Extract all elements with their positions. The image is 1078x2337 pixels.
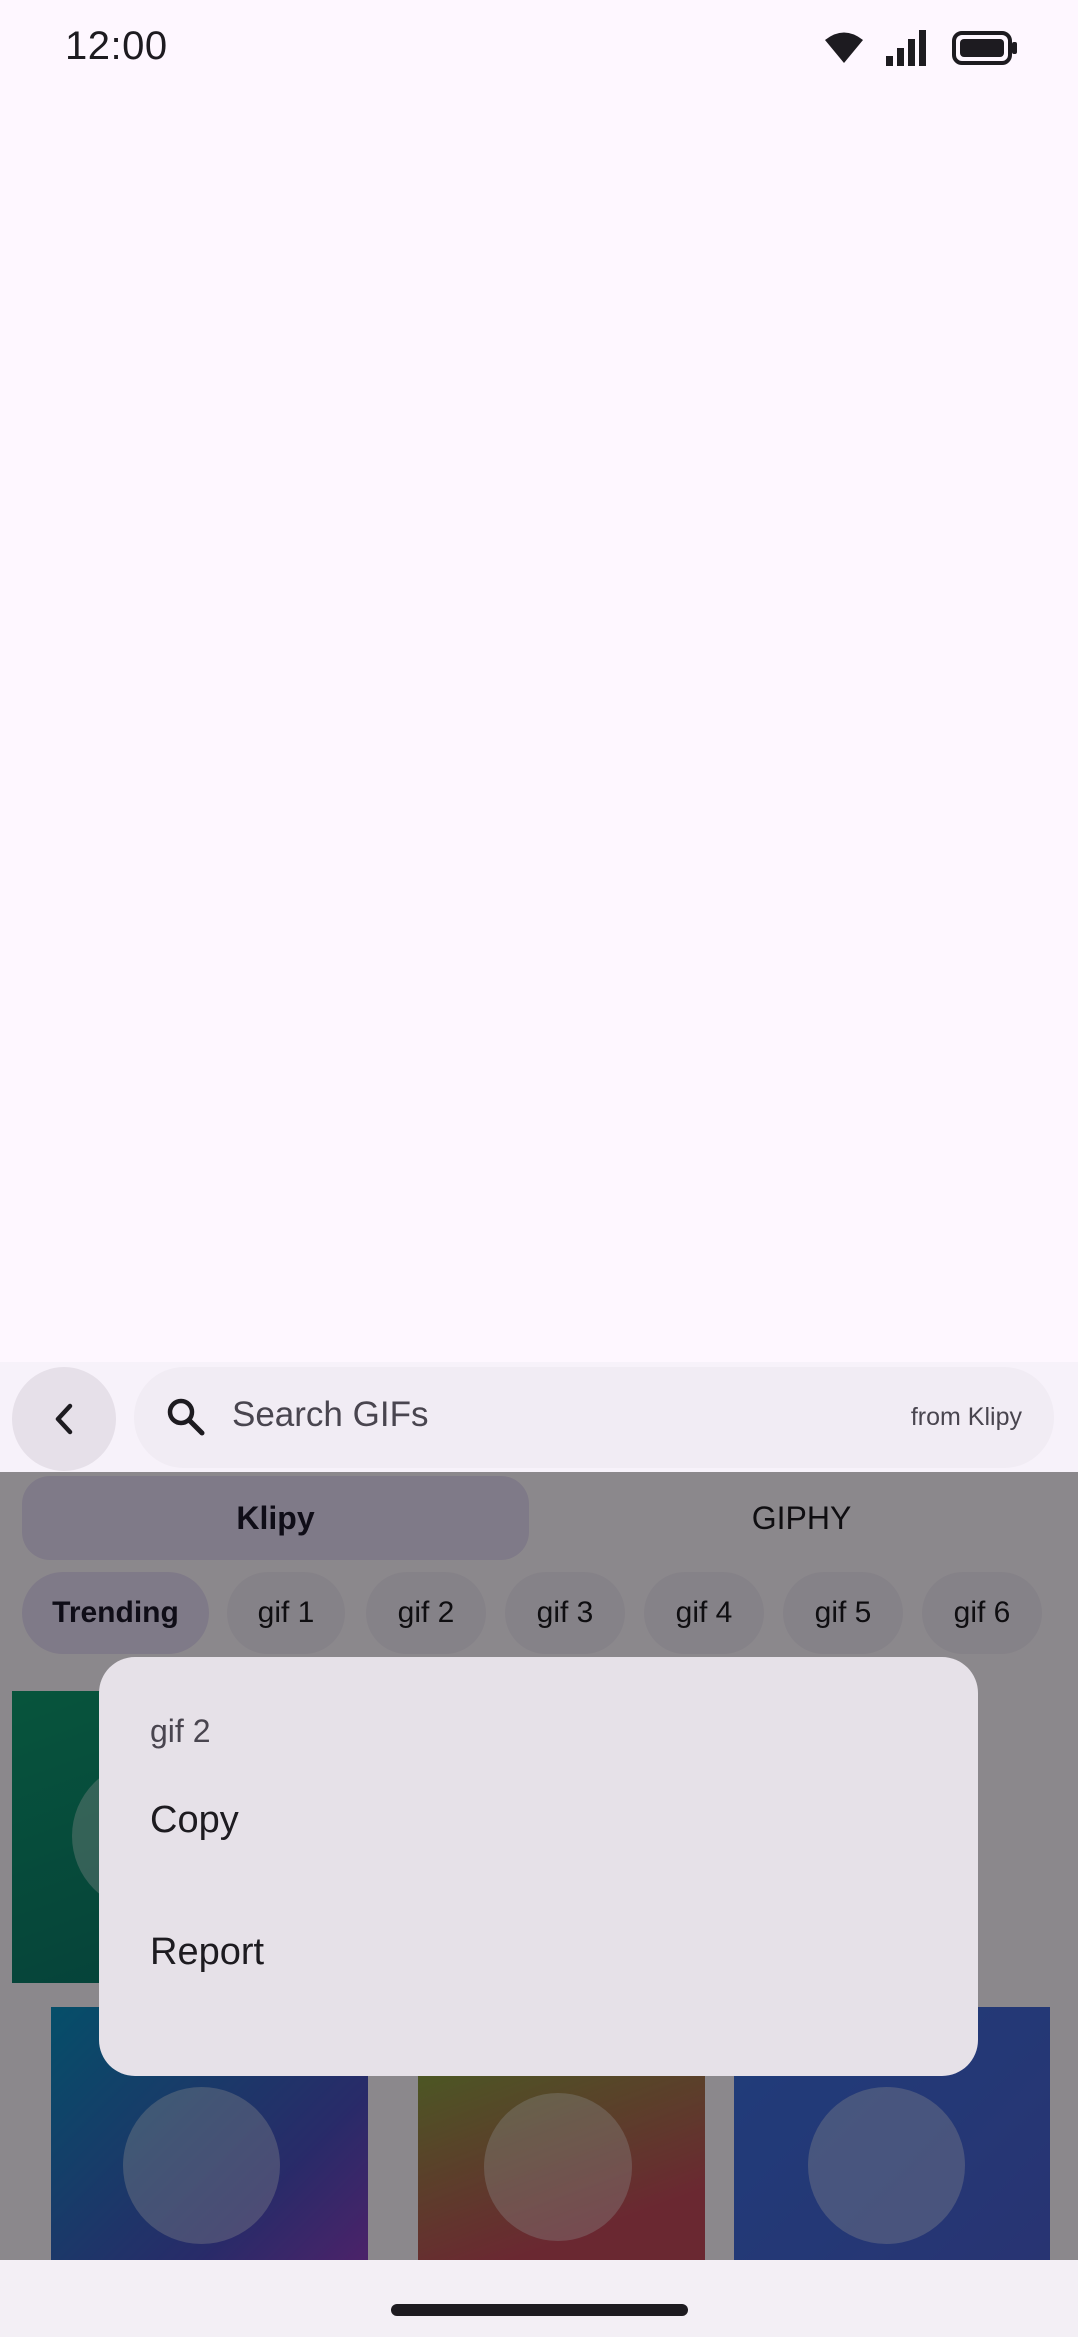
search-source-label: from Klipy [910, 1403, 1022, 1431]
wifi-icon [825, 32, 863, 63]
menu-title: gif 2 [150, 1713, 211, 1749]
chevron-left-icon [55, 1403, 73, 1435]
menu-item-copy[interactable]: Copy [99, 1761, 978, 1881]
home-gesture-handle[interactable] [391, 2304, 688, 2316]
content-area [0, 96, 1078, 1362]
battery-icon [952, 31, 1017, 65]
menu-item-label: Copy [150, 1799, 239, 1841]
search-input[interactable]: Search GIFs from Klipy [134, 1367, 1054, 1468]
back-button[interactable] [12, 1367, 116, 1471]
signal-icon [886, 30, 926, 66]
status-bar: 12:00 [0, 0, 1078, 96]
menu-item-label: Report [150, 1931, 265, 1973]
search-placeholder: Search GIFs [232, 1395, 429, 1434]
search-icon [167, 1398, 205, 1436]
status-icons [824, 28, 1018, 68]
menu-item-report[interactable]: Report [99, 1893, 978, 2013]
status-time: 12:00 [65, 24, 168, 68]
navigation-bar [0, 2260, 1078, 2337]
gif-context-menu: gif 2 Copy Report [99, 1657, 978, 2076]
